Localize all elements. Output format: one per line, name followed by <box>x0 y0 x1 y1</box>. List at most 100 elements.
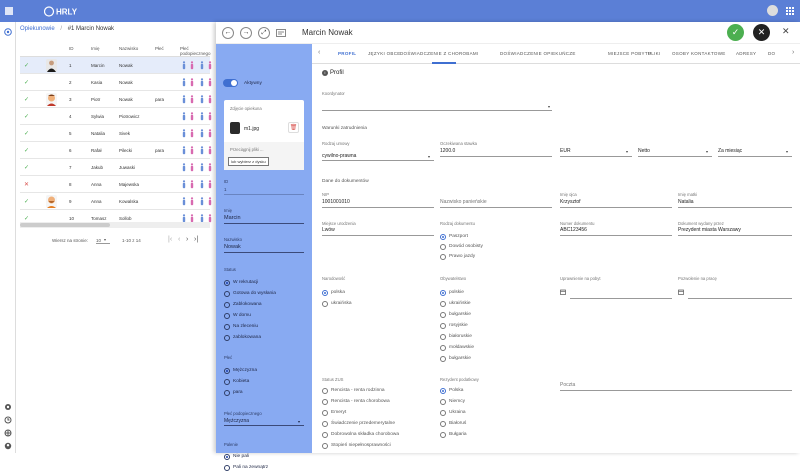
col-id[interactable]: ID <box>69 46 74 51</box>
tab-adresy[interactable]: ADRESY <box>736 51 756 56</box>
doctype-radio[interactable] <box>440 254 446 260</box>
status-radio[interactable] <box>224 313 230 319</box>
issuer-field[interactable]: Prezydent miasta Warszawy <box>678 227 741 233</box>
choose-file-button[interactable]: lub wybierz z dysku <box>228 157 269 166</box>
close-x-icon[interactable]: ✕ <box>753 24 770 41</box>
zus-radio[interactable] <box>322 399 328 405</box>
status-radio[interactable] <box>224 280 230 286</box>
net-gross-select[interactable]: Netto <box>638 148 650 154</box>
last-name-field[interactable]: Nowak <box>224 244 241 250</box>
breadcrumb-root[interactable]: Opiekunowie <box>20 26 55 32</box>
citizenship-radio[interactable] <box>440 312 446 318</box>
table-row[interactable]: ✓ 6 Rafał Pilecki para <box>20 142 212 159</box>
tax-radio[interactable] <box>440 399 446 405</box>
table-horizontal-scrollbar[interactable] <box>20 222 210 228</box>
smoking-radio[interactable] <box>224 465 230 471</box>
citizenship-radio[interactable] <box>440 301 446 307</box>
active-toggle[interactable] <box>223 79 238 87</box>
expand-icon[interactable]: ⤢ <box>258 27 270 39</box>
last-page-icon[interactable]: ›| <box>194 236 198 243</box>
panel-close-icon[interactable]: ✕ <box>782 26 790 37</box>
nationality-radio[interactable] <box>322 301 328 307</box>
tab-pliki[interactable]: PLIKI <box>648 51 661 56</box>
first-name-field[interactable]: Marcin <box>224 215 241 221</box>
status-radio[interactable] <box>224 291 230 297</box>
tab-doświadczenie-opiekuńcze[interactable]: DOŚWIADCZENIE OPIEKUŃCZE <box>500 51 576 56</box>
language-icon[interactable] <box>4 429 12 437</box>
apps-icon[interactable] <box>4 6 14 16</box>
mother-field[interactable]: Natalia <box>678 199 694 205</box>
user-avatar[interactable] <box>767 5 778 16</box>
table-row[interactable]: ✓ 7 Jakub Juwaski <box>20 159 212 176</box>
rows-per-page-select[interactable]: 10 <box>96 238 110 244</box>
col-sex[interactable]: Płeć <box>155 46 164 51</box>
first-page-icon[interactable]: |‹ <box>168 236 172 243</box>
currency-select[interactable]: EUR <box>560 148 571 154</box>
nip-field[interactable]: 1001001010 <box>322 199 350 205</box>
tax-radio[interactable] <box>440 410 446 416</box>
forward-arrow-icon[interactable]: → <box>240 27 252 39</box>
maiden-name-field[interactable]: Nazwisko panieńskie <box>440 199 487 205</box>
docnum-field[interactable]: ABC123456 <box>560 227 587 233</box>
table-row[interactable]: ✓ 5 Natalia Sivek <box>20 125 212 142</box>
zus-radio[interactable] <box>322 388 328 394</box>
caregivers-icon[interactable] <box>4 28 12 36</box>
sex-radio[interactable] <box>224 379 230 385</box>
table-row[interactable]: ✓ 4 Sylwia Piotrowicz <box>20 108 212 125</box>
delete-photo-icon[interactable]: 🗑 <box>288 122 299 133</box>
nationality-radio[interactable] <box>322 290 328 296</box>
zus-radio[interactable] <box>322 432 328 438</box>
calendar-icon[interactable] <box>678 289 684 295</box>
rate-field[interactable]: 1200.0 <box>440 148 455 154</box>
table-row[interactable]: ✕ 8 Anna Majewska <box>20 176 212 193</box>
birthplace-field[interactable]: Lwów <box>322 227 335 233</box>
table-row[interactable]: ✓ 3 Piotr Nowak para <box>20 91 212 108</box>
user-icon[interactable] <box>4 442 12 450</box>
citizenship-radio[interactable] <box>440 356 446 362</box>
smoking-radio[interactable] <box>224 454 230 460</box>
save-check-icon[interactable]: ✓ <box>727 24 744 41</box>
table-row[interactable]: ✓ 2 Kasia Nowak <box>20 74 212 91</box>
status-radio[interactable] <box>224 324 230 330</box>
citizenship-radio[interactable] <box>440 345 446 351</box>
tab-doświadczenie-z-chorobami[interactable]: DOŚWIADCZENIE Z CHOROBAMI <box>400 51 479 56</box>
contract-select[interactable]: cywilno-prawna <box>322 153 356 159</box>
table-row[interactable]: ✓ 9 Anna Kowalska <box>20 193 212 210</box>
zus-radio[interactable] <box>322 443 328 449</box>
coordinator-select[interactable] <box>322 110 552 111</box>
status-radio[interactable] <box>224 302 230 308</box>
col-last-name[interactable]: Nazwisko <box>119 46 138 51</box>
tab-profil[interactable]: PROFIL <box>338 51 356 56</box>
ward-sex-select[interactable]: Mężczyzna <box>224 418 249 424</box>
next-page-icon[interactable]: › <box>186 236 188 243</box>
tab-języki-obce[interactable]: JĘZYKI OBCE <box>368 51 401 56</box>
tabs-prev-icon[interactable]: ‹ <box>318 49 320 56</box>
col-ward-sex[interactable]: Płeć podopiecznego <box>180 46 211 56</box>
doctype-radio[interactable] <box>440 234 446 240</box>
citizenship-radio[interactable] <box>440 334 446 340</box>
prev-page-icon[interactable]: ‹ <box>178 236 180 243</box>
period-select[interactable]: Za miesiąc <box>718 148 742 154</box>
zus-radio[interactable] <box>322 410 328 416</box>
history-icon[interactable] <box>4 416 12 424</box>
work-permit-field[interactable] <box>688 298 792 299</box>
settings-icon[interactable] <box>4 403 12 411</box>
citizenship-radio[interactable] <box>440 323 446 329</box>
logo[interactable]: HRLY <box>43 6 94 17</box>
sex-radio[interactable] <box>224 368 230 374</box>
calendar-icon[interactable] <box>560 289 566 295</box>
tax-radio[interactable] <box>440 388 446 394</box>
table-row[interactable]: ✓ 1 Marcin Nowak <box>20 57 212 74</box>
dropzone[interactable]: Przeciągnij pliki ... lub wybierz z dysk… <box>224 142 304 170</box>
post-field[interactable]: Poczta <box>560 382 575 388</box>
father-field[interactable]: Krzysztof <box>560 199 581 205</box>
back-arrow-icon[interactable]: ← <box>222 27 234 39</box>
status-radio[interactable] <box>224 335 230 341</box>
residence-permit-field[interactable] <box>570 298 672 299</box>
zus-radio[interactable] <box>322 421 328 427</box>
grid-menu-icon[interactable] <box>786 7 794 15</box>
col-first-name[interactable]: Imię <box>91 46 100 51</box>
doctype-radio[interactable] <box>440 244 446 250</box>
tab-miejsce-pobytu[interactable]: MIEJSCE POBYTU <box>608 51 651 56</box>
tax-radio[interactable] <box>440 432 446 438</box>
